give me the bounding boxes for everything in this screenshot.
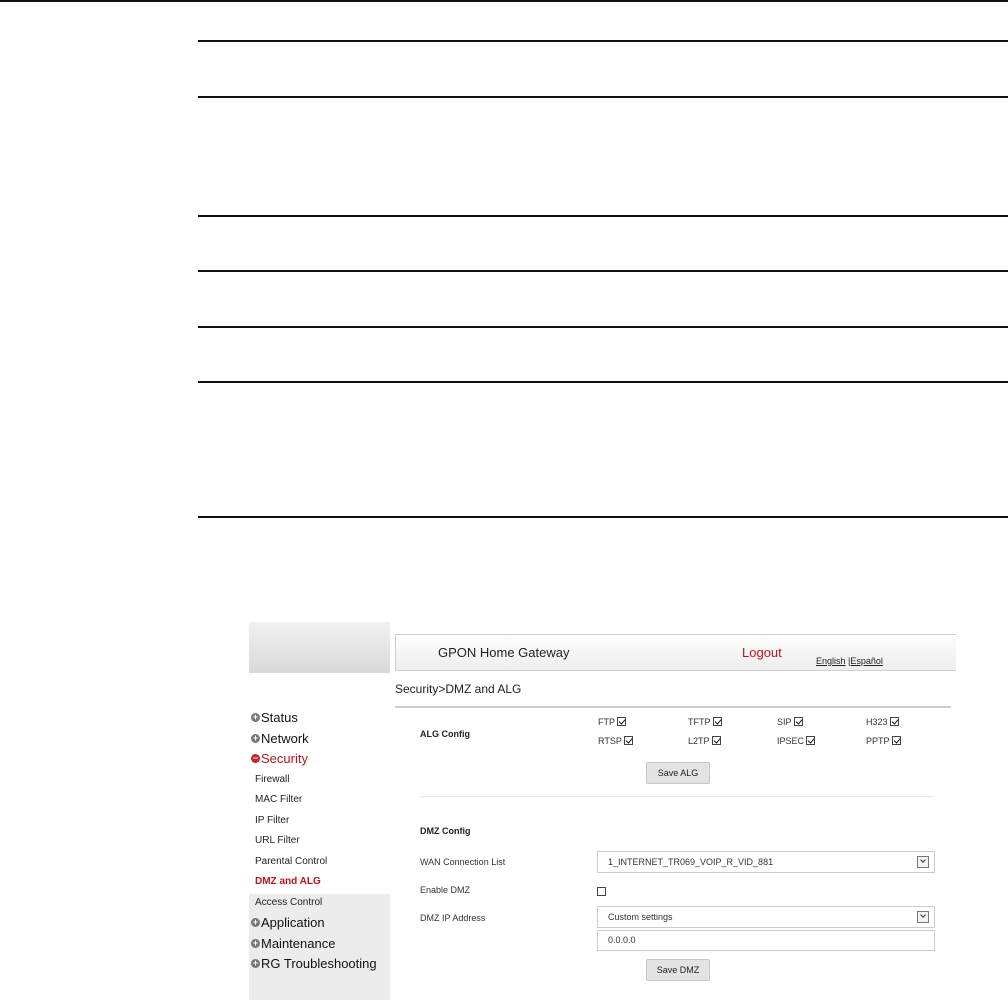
expand-plus-icon: +	[251, 732, 260, 743]
document-rule	[198, 516, 1008, 518]
alg-option-label: IPSEC	[777, 736, 805, 746]
document-rule	[198, 96, 1008, 98]
dmz-config-title: DMZ Config	[420, 826, 471, 836]
sidebar-item-status[interactable]: + Status	[249, 708, 390, 729]
sidebar-item-label: Security	[261, 751, 308, 766]
expand-plus-icon: +	[251, 937, 260, 948]
breadcrumb: Security>DMZ and ALG	[395, 682, 522, 696]
wan-connection-select[interactable]: 1_INTERNET_TR069_VOIP_R_VID_881	[597, 851, 935, 873]
sidebar-item-label: Network	[261, 730, 309, 746]
alg-option-ftp[interactable]: FTP	[598, 717, 626, 727]
chevron-down-icon	[917, 856, 929, 868]
sidebar-item-label: Application	[261, 915, 325, 930]
breadcrumb-divider	[395, 706, 951, 708]
sidebar-subitem-url-filter[interactable]: URL Filter	[249, 831, 390, 852]
logout-link[interactable]: Logout	[742, 645, 782, 660]
checkbox-checked[interactable]	[806, 736, 816, 745]
sidebar-item-rg-troubleshooting[interactable]: + RG Troubleshooting	[249, 954, 390, 975]
alg-option-label: SIP	[777, 717, 792, 727]
chevron-down-icon	[917, 911, 929, 923]
document-rule	[198, 326, 1008, 328]
document-rule	[198, 215, 1008, 217]
expand-plus-icon: +	[251, 958, 260, 968]
lang-spanish-link[interactable]: |Español	[848, 656, 883, 666]
lang-english-link[interactable]: English	[816, 656, 846, 666]
sidebar-subitem-dmz-and-alg[interactable]: DMZ and ALG	[249, 872, 390, 893]
save-alg-button[interactable]: Save ALG	[646, 762, 710, 784]
select-value: 1_INTERNET_TR069_VOIP_R_VID_881	[608, 857, 774, 867]
alg-option-tftp[interactable]: TFTP	[688, 717, 722, 727]
sidebar-item-security[interactable]: − Security	[249, 749, 390, 770]
sidebar-item-label: RG Troubleshooting	[261, 956, 377, 971]
sidebar-item-maintenance[interactable]: + Maintenance	[249, 934, 390, 955]
checkbox-checked[interactable]	[711, 736, 721, 745]
alg-option-label: RTSP	[598, 736, 622, 746]
alg-option-l2tp[interactable]: L2TP	[688, 736, 721, 746]
select-value: Custom settings	[608, 912, 673, 922]
sidebar-subitem-parental-control[interactable]: Parental Control	[249, 852, 390, 873]
sidebar-subitem-mac-filter[interactable]: MAC Filter	[249, 790, 390, 811]
dmz-ip-input[interactable]: 0.0.0.0	[597, 930, 935, 951]
sidebar-subitem-access-control[interactable]: Access Control	[249, 893, 390, 914]
top-header: GPON Home Gateway Logout English |Españo…	[395, 634, 956, 671]
sidebar-item-label: Maintenance	[261, 935, 336, 951]
alg-option-h323[interactable]: H323	[866, 717, 899, 727]
checkbox-checked[interactable]	[891, 736, 901, 745]
section-divider	[420, 796, 933, 797]
alg-option-ipsec[interactable]: IPSEC	[777, 736, 816, 746]
save-dmz-button[interactable]: Save DMZ	[646, 959, 710, 981]
sidebar-item-label: Status	[261, 710, 298, 725]
alg-config-title: ALG Config	[420, 729, 470, 739]
alg-option-label: L2TP	[688, 736, 710, 746]
checkbox-checked[interactable]	[623, 736, 633, 745]
alg-option-label: H323	[866, 717, 888, 727]
sidebar-item-application[interactable]: + Application	[249, 913, 390, 934]
alg-option-label: PPTP	[866, 736, 890, 746]
document-rule	[198, 381, 1008, 383]
sidebar-subitem-firewall[interactable]: Firewall	[249, 770, 390, 791]
document-rule	[198, 270, 1008, 272]
enable-dmz-checkbox[interactable]	[597, 887, 606, 896]
wan-connection-label: WAN Connection List	[420, 857, 506, 867]
enable-dmz-label: Enable DMZ	[420, 885, 471, 895]
checkbox-checked[interactable]	[617, 717, 626, 726]
sidebar-header-bg	[249, 622, 390, 673]
sidebar: + Status + Network − Security Firewall M…	[249, 622, 390, 1000]
expand-plus-icon: +	[251, 712, 260, 722]
alg-option-rtsp[interactable]: RTSP	[598, 736, 633, 746]
collapse-minus-icon: −	[251, 753, 260, 763]
alg-option-label: TFTP	[688, 717, 711, 727]
page-top-rule	[0, 0, 1008, 2]
sidebar-menu: + Status + Network − Security Firewall M…	[249, 708, 390, 975]
dmz-ip-address-label: DMZ IP Address	[420, 913, 486, 923]
alg-option-pptp[interactable]: PPTP	[866, 736, 901, 746]
router-screenshot: + Status + Network − Security Firewall M…	[249, 622, 956, 1000]
app-title: GPON Home Gateway	[438, 645, 570, 660]
checkbox-checked[interactable]	[793, 717, 803, 726]
language-switcher: English |Español	[816, 656, 883, 666]
checkbox-checked[interactable]	[889, 717, 899, 726]
alg-option-label: FTP	[598, 717, 615, 727]
document-rule	[198, 40, 1008, 42]
sidebar-item-network[interactable]: + Network	[249, 729, 390, 750]
expand-plus-icon: +	[251, 917, 260, 927]
alg-option-sip[interactable]: SIP	[777, 717, 803, 727]
dmz-ip-mode-select[interactable]: Custom settings	[597, 906, 935, 928]
checkbox-checked[interactable]	[712, 717, 722, 726]
sidebar-subitem-ip-filter[interactable]: IP Filter	[249, 811, 390, 832]
